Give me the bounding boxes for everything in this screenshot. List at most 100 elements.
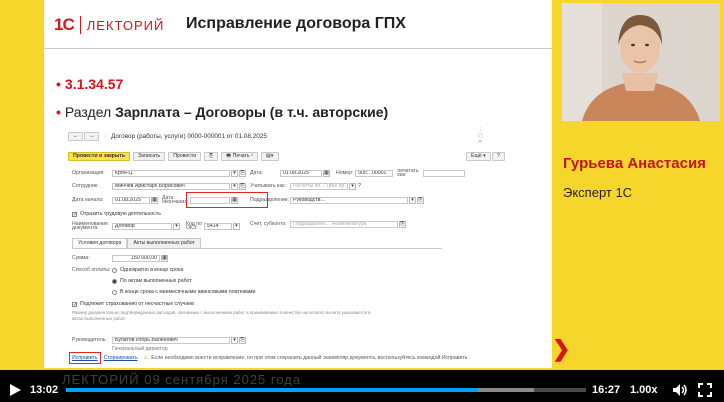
number-field[interactable]: 00с…00001 — [355, 169, 394, 177]
next-slide-chevron-icon[interactable]: ❯ — [552, 336, 570, 362]
presenter-image — [562, 3, 720, 121]
sum-row: Сумма: 150 000,00 ▦ — [72, 254, 168, 262]
lektoriy-logo: 1С ЛЕКТОРИЙ — [54, 14, 164, 36]
progress-bar[interactable] — [66, 388, 586, 392]
presenter-name: Гурьева Анастасия — [563, 155, 706, 172]
manager-row: Руководитель: Булатов Игорь Валенович ▾ … — [72, 336, 246, 344]
payment-option-once: Однократно в конце срока — [120, 267, 184, 273]
dropdown-icon[interactable]: ▾ — [409, 196, 416, 204]
labor-checkbox[interactable]: ✓ — [72, 211, 77, 217]
doc-name-label: Наименование документа: — [72, 221, 108, 231]
payment-row-3: В конце срока с ежемесячными авансовыми … — [112, 288, 255, 296]
insurance-label: Подлежит страхованию от несчастных случа… — [80, 301, 194, 307]
tab-contract-terms[interactable]: Условия договора — [72, 238, 128, 248]
back-button[interactable]: ← — [68, 131, 84, 141]
account-field[interactable]: Расчеты по… (вне пр…) — [290, 182, 348, 190]
bullet-section-prefix: Раздел — [64, 104, 116, 120]
employee-row: Сотрудник: Минчев Аристарх Борисович ▾ ⎘ — [72, 182, 246, 190]
dropdown-icon[interactable]: ▾ — [231, 182, 238, 190]
bullet-dot: • — [56, 104, 61, 120]
manager-label: Руководитель: — [72, 337, 107, 343]
insurance-checkbox[interactable]: ✓ — [72, 301, 77, 307]
attach-icon[interactable]: ⎘ — [204, 151, 219, 161]
department-label: Подразделение: — [250, 197, 290, 203]
open-icon[interactable]: ⎘ — [239, 182, 246, 190]
video-frame[interactable]: 1С ЛЕКТОРИЙ Исправление договора ГПХ • 3.… — [0, 0, 724, 370]
forward-button[interactable]: → — [84, 131, 100, 141]
speed-button[interactable]: 1.00x — [630, 384, 658, 396]
save-button[interactable]: Записать — [133, 151, 166, 161]
insurance-row: ✓ Подлежит страхованию от несчастных слу… — [72, 300, 194, 308]
report-icon[interactable]: ▤▾ — [261, 151, 279, 161]
manager-field[interactable]: Булатов Игорь Валенович — [112, 336, 230, 344]
print-as-field[interactable] — [423, 169, 466, 177]
reverse-link[interactable]: Сторнировать — [104, 355, 138, 361]
post-button[interactable]: Провести — [168, 151, 202, 161]
slide-header: 1С ЛЕКТОРИЙ Исправление договора ГПХ — [44, 0, 552, 48]
open-icon[interactable]: ⎘ — [417, 196, 424, 204]
window-controls-icon[interactable]: ⋮ ▢ ✕ — [478, 127, 483, 145]
date-field[interactable]: 01.08.2025 — [280, 169, 322, 177]
print-button[interactable]: 🖶 Печать ▾ — [221, 151, 259, 161]
payment-option-advance-radio[interactable] — [112, 289, 117, 295]
payment-option-once-radio[interactable] — [112, 267, 117, 273]
date-row: Дата: 01.08.2025 ▦ Номер: 00с…00001 печа… — [250, 168, 466, 178]
start-date-field[interactable]: 01.08.2025 — [112, 196, 150, 204]
calculator-icon[interactable]: ▦ — [161, 254, 168, 262]
bullet-release-text: 3.1.34.57 — [64, 76, 124, 92]
okz-field[interactable]: 5414 — [204, 222, 232, 230]
more-button[interactable]: Ещё ▾ — [466, 151, 491, 161]
logo-mark: 1С — [54, 15, 75, 34]
play-icon[interactable] — [8, 383, 22, 397]
labor-row: ✓ Отразить трудовую деятельность — [72, 210, 161, 218]
payment-option-advance: В конце срока с ежемесячными авансовыми … — [120, 289, 256, 295]
header-divider — [44, 48, 552, 49]
expenses-note: Размер документально подтвержденных расх… — [72, 310, 371, 321]
fullscreen-icon[interactable] — [698, 383, 712, 397]
dropdown-icon[interactable]: ▾ — [173, 222, 180, 230]
volume-icon[interactable] — [672, 383, 688, 397]
okz-label: Код по ОКЗ: — [186, 221, 202, 231]
invoice-field[interactable]: Подразделен… Номенклатура — [290, 220, 398, 228]
calendar-icon[interactable]: ▦ — [323, 169, 330, 177]
open-icon[interactable]: ⎘ — [399, 220, 406, 228]
footer-note: Если необходимо внести исправление, но п… — [151, 355, 468, 361]
current-time: 13:02 — [30, 384, 59, 396]
help-icon[interactable]: ? — [358, 183, 361, 189]
department-field[interactable]: Руководств… — [290, 196, 408, 204]
open-icon[interactable]: ⎘ — [239, 169, 246, 177]
presenter-video — [562, 3, 720, 121]
doc-name-field[interactable]: Договор — [112, 222, 172, 230]
bullet-section-bold: Зарплата – Договоры (в т.ч. авторские) — [115, 104, 389, 120]
bullet-dot: • — [56, 76, 61, 92]
payment-option-acts-radio[interactable] — [112, 278, 117, 284]
payment-option-acts: По актам выполненных работ — [120, 278, 192, 284]
form-title-row: ← → ☆ Договор (работы, услуги) 0000-0000… — [68, 127, 483, 145]
calendar-icon[interactable]: ▦ — [151, 196, 158, 204]
bullet-release: • 3.1.34.57 — [56, 76, 123, 92]
dropdown-icon[interactable]: ▾ — [233, 222, 240, 230]
number-label: Номер: — [336, 170, 354, 176]
date-label: Дата: — [250, 170, 263, 176]
dropdown-icon[interactable]: ▾ — [231, 336, 238, 344]
player-controls: 13:02 16:27 1.00x — [0, 376, 724, 402]
help-button[interactable]: ? — [492, 151, 505, 161]
employee-field[interactable]: Минчев Аристарх Борисович — [112, 182, 230, 190]
dropdown-icon[interactable]: ▾ — [231, 169, 238, 177]
tab-acts[interactable]: Акты выполненных работ — [127, 238, 201, 248]
favorite-star-icon[interactable]: ☆ — [103, 133, 108, 139]
org-field[interactable]: Крон-Ц — [112, 169, 230, 177]
post-and-close-button[interactable]: Провести и закрыть — [68, 151, 131, 161]
sum-field[interactable]: 150 000,00 — [112, 254, 160, 262]
payment-label: Способ оплаты: — [72, 267, 111, 273]
start-date-label: Дата начала: — [72, 197, 104, 203]
payment-row-2: По актам выполненных работ — [112, 277, 192, 285]
slide-title: Исправление договора ГПХ — [186, 15, 406, 32]
more-label: Ещё — [471, 152, 482, 159]
open-icon[interactable]: ⎘ — [239, 336, 246, 344]
org-row: Организация: Крон-Ц ▾ ⎘ — [72, 169, 246, 177]
invoice-row: Счет, субконто: Подразделен… Номенклатур… — [250, 220, 406, 228]
contract-form: ← → ☆ Договор (работы, услуги) 0000-0000… — [68, 127, 514, 366]
dropdown-icon[interactable]: ▾ — [349, 182, 356, 190]
invoice-label: Счет, субконто: — [250, 221, 287, 227]
